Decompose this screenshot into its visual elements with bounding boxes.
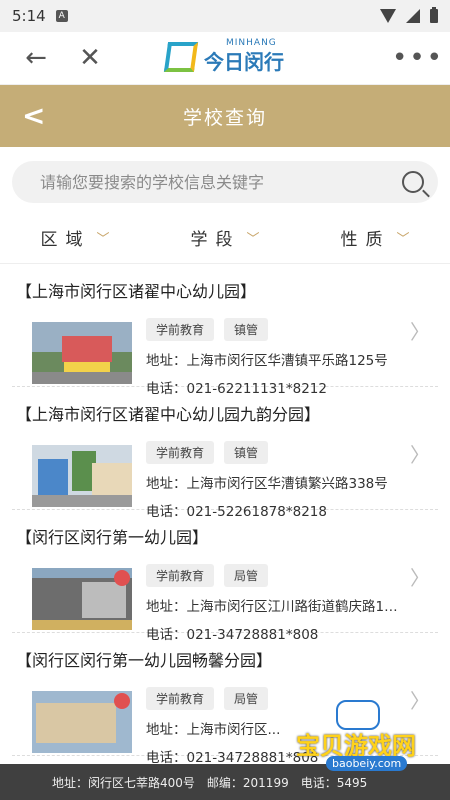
status-time: 5:14 <box>12 7 46 25</box>
search-icon[interactable] <box>402 171 424 193</box>
more-options-icon[interactable]: ••• <box>392 40 442 76</box>
logo-title: 今日闵行 <box>204 50 284 74</box>
school-list: 【上海市闵行区诸翟中心幼儿园】 学前教育 镇管 地址：上海市闵行区华漕镇平乐路12… <box>0 264 450 766</box>
chevron-down-icon: ﹀ <box>96 231 110 247</box>
chevron-down-icon: ﹀ <box>246 231 260 247</box>
school-name: 【闵行区闵行第一幼儿园】 <box>16 528 209 547</box>
tag-management: 局管 <box>224 687 269 710</box>
school-address: 地址：上海市闵行区华漕镇繁兴路338号 <box>146 476 388 492</box>
filter-bar: 区域 ﹀ 学段 ﹀ 性质 ﹀ <box>0 211 450 264</box>
signal-icon <box>406 9 420 23</box>
school-name: 【上海市闵行区诸翟中心幼儿园九韵分园】 <box>16 405 321 424</box>
filter-label: 学段 <box>190 229 241 250</box>
tag-stage: 学前教育 <box>146 687 215 710</box>
chevron-down-icon: ﹀ <box>396 231 410 247</box>
school-address: 地址：上海市闵行区江川路街道鹤庆路1… <box>146 599 398 615</box>
tag-stage: 学前教育 <box>146 441 215 464</box>
page-header: < 学校查询 <box>0 85 450 147</box>
tag-management: 镇管 <box>224 318 269 341</box>
chevron-right-icon: 〉 <box>410 320 430 344</box>
watermark-logo: 宝贝游戏网 baobeiy.com <box>292 700 442 780</box>
notification-icon: A <box>55 10 68 22</box>
filter-label: 区域 <box>40 229 91 250</box>
wifi-icon <box>380 9 396 23</box>
search-input[interactable] <box>38 171 402 193</box>
footer-address: 地址：闵行区七莘路400号 <box>52 775 195 790</box>
chevron-right-icon: 〉 <box>410 443 430 467</box>
school-photo <box>32 568 132 630</box>
list-item[interactable]: 【上海市闵行区诸翟中心幼儿园】 学前教育 镇管 地址：上海市闵行区华漕镇平乐路12… <box>12 264 438 397</box>
search-bar <box>12 161 438 203</box>
school-name: 【闵行区闵行第一幼儿园畅馨分园】 <box>16 651 273 670</box>
tag-stage: 学前教育 <box>146 564 215 587</box>
school-name: 【上海市闵行区诸翟中心幼儿园】 <box>16 282 257 301</box>
school-photo <box>32 322 132 384</box>
list-item[interactable]: 【闵行区闵行第一幼儿园】 学前教育 局管 地址：上海市闵行区江川路街道鹤庆路1… … <box>12 510 438 643</box>
header-back-icon[interactable]: < <box>22 99 45 132</box>
status-bar: 5:14 A <box>0 0 450 32</box>
battery-icon <box>430 7 438 23</box>
app-logo: MINHANG 今日闵行 <box>163 38 284 75</box>
tag-stage: 学前教育 <box>146 318 215 341</box>
logo-mark-icon <box>163 41 199 72</box>
school-address: 地址：上海市闵行区华漕镇平乐路125号 <box>146 353 388 369</box>
school-photo <box>32 691 132 753</box>
back-arrow-icon[interactable]: ← <box>18 40 54 76</box>
close-icon[interactable]: ✕ <box>72 40 108 76</box>
page-title: 学校查询 <box>182 106 267 129</box>
app-bar: ← ✕ MINHANG 今日闵行 ••• <box>0 32 450 85</box>
tag-management: 局管 <box>224 564 269 587</box>
chevron-right-icon: 〉 <box>410 566 430 590</box>
filter-type[interactable]: 性质 ﹀ <box>300 211 450 263</box>
filter-label: 性质 <box>340 229 391 250</box>
list-item[interactable]: 【上海市闵行区诸翟中心幼儿园九韵分园】 学前教育 镇管 地址：上海市闵行区华漕镇繁… <box>12 387 438 520</box>
school-photo <box>32 445 132 507</box>
filter-stage[interactable]: 学段 ﹀ <box>150 211 300 263</box>
watermark-url: baobeiy.com <box>326 756 408 771</box>
filter-region[interactable]: 区域 ﹀ <box>0 211 150 263</box>
footer-postcode: 邮编：201199 <box>206 775 289 790</box>
tag-management: 镇管 <box>224 441 269 464</box>
